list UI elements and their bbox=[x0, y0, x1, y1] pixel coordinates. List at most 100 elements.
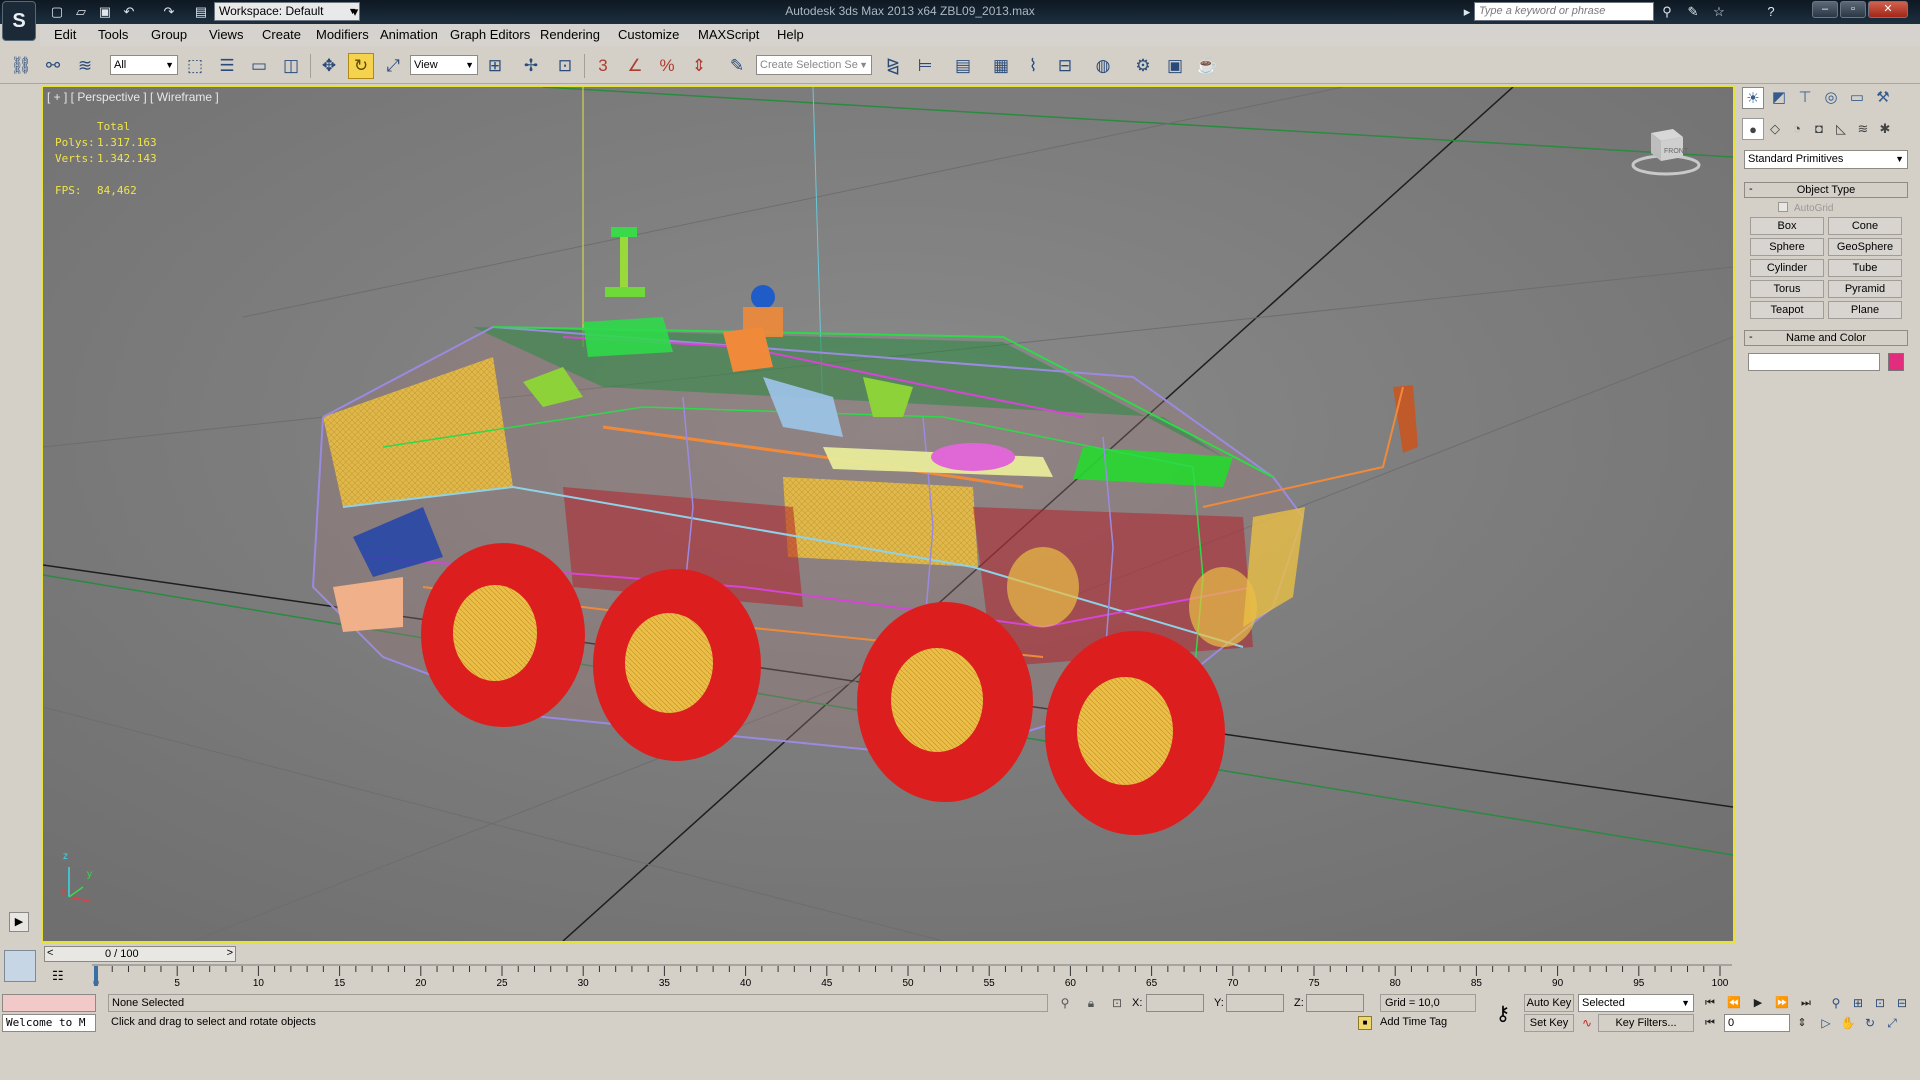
next-key-icon[interactable]: ⏩ bbox=[1772, 994, 1792, 1012]
maxscript-mini-listener-button[interactable] bbox=[4, 950, 36, 982]
mirror-icon[interactable]: ⧎ bbox=[880, 53, 906, 79]
menu-customize[interactable]: Customize bbox=[618, 27, 679, 42]
torus-button[interactable]: Torus bbox=[1750, 280, 1824, 298]
object-name-input[interactable] bbox=[1748, 353, 1880, 371]
selection-filter-dropdown[interactable]: All ▼ bbox=[110, 55, 178, 75]
select-and-move-icon[interactable]: ✥ bbox=[316, 53, 342, 79]
next-frame-button[interactable]: > bbox=[227, 947, 233, 959]
edit-named-selection-icon[interactable]: ✎ bbox=[724, 53, 750, 79]
time-slider-track[interactable]: < 0 / 100 > bbox=[44, 946, 236, 962]
keyboard-shortcut-override-icon[interactable]: ⊡ bbox=[552, 53, 578, 79]
named-selection-set-dropdown[interactable]: Create Selection Se ▼ bbox=[756, 55, 872, 75]
favorites-star-icon[interactable]: ☆ bbox=[1710, 3, 1728, 21]
previous-frame-button[interactable]: < bbox=[47, 947, 53, 959]
selection-lock-icon[interactable]: 🔒︎ bbox=[1082, 994, 1100, 1012]
maxscript-listener-input[interactable]: Welcome to M bbox=[2, 1014, 96, 1032]
angle-snap-icon[interactable]: ∠ bbox=[622, 53, 648, 79]
menu-rendering[interactable]: Rendering bbox=[540, 27, 600, 42]
menu-tools[interactable]: Tools bbox=[98, 27, 128, 42]
geometry-icon[interactable]: ● bbox=[1742, 118, 1764, 140]
go-to-start-icon[interactable]: ⏮ bbox=[1700, 994, 1720, 1012]
help-search-input[interactable]: Type a keyword or phrase bbox=[1474, 2, 1654, 21]
plane-button[interactable]: Plane bbox=[1828, 301, 1902, 319]
current-frame-input[interactable]: 0 bbox=[1724, 1014, 1790, 1032]
time-configuration-icon[interactable]: ⇕ bbox=[1792, 1014, 1812, 1032]
play-animation-icon[interactable]: ▶ bbox=[9, 912, 29, 932]
select-and-link-icon[interactable]: ⛓ bbox=[8, 53, 34, 79]
add-time-tag-button[interactable]: Add Time Tag bbox=[1356, 1014, 1484, 1032]
material-editor-icon[interactable]: ◍ bbox=[1090, 53, 1116, 79]
pivot-center-icon[interactable]: ⊞ bbox=[482, 53, 508, 79]
object-color-swatch[interactable] bbox=[1888, 353, 1904, 371]
select-and-scale-icon[interactable]: ⤢ bbox=[380, 53, 406, 79]
shapes-icon[interactable]: ◇ bbox=[1764, 118, 1786, 140]
percent-snap-icon[interactable]: % bbox=[654, 53, 680, 79]
undo-icon[interactable]: ↶ bbox=[120, 3, 138, 21]
app-logo-button[interactable]: S bbox=[2, 1, 36, 41]
sphere-button[interactable]: Sphere bbox=[1750, 238, 1824, 256]
absolute-mode-transform-icon[interactable]: ⊡ bbox=[1108, 994, 1126, 1012]
y-coordinate-input[interactable] bbox=[1226, 994, 1284, 1012]
key-filters-button[interactable]: Key Filters... bbox=[1598, 1014, 1694, 1032]
track-bar-ruler[interactable]: 0510152025303540455055606570758085909510… bbox=[92, 964, 1732, 989]
display-tab-icon[interactable]: ▭ bbox=[1846, 87, 1868, 109]
set-keys-icon[interactable]: ⚷ bbox=[1488, 1002, 1518, 1026]
open-mini-curve-editor-icon[interactable]: ☷ bbox=[52, 968, 64, 984]
menu-views[interactable]: Views bbox=[209, 27, 243, 42]
hierarchy-tab-icon[interactable]: ⊤ bbox=[1794, 87, 1816, 109]
menu-help[interactable]: Help bbox=[777, 27, 804, 42]
menu-edit[interactable]: Edit bbox=[54, 27, 76, 42]
key-selection-dropdown[interactable]: Selected ▼ bbox=[1578, 994, 1694, 1012]
snaps-toggle-icon[interactable]: 3 bbox=[590, 53, 616, 79]
new-file-icon[interactable]: ▢ bbox=[48, 3, 66, 21]
close-button[interactable]: ✕ bbox=[1868, 1, 1908, 18]
select-and-rotate-icon[interactable]: ↻ bbox=[348, 53, 374, 79]
zoom-all-icon[interactable]: ⊞ bbox=[1848, 994, 1868, 1012]
minimize-button[interactable]: – bbox=[1812, 1, 1838, 18]
zoom-extents-all-icon[interactable]: ⊟ bbox=[1892, 994, 1912, 1012]
z-coordinate-input[interactable] bbox=[1306, 994, 1364, 1012]
previous-key-icon[interactable]: ⏪ bbox=[1724, 994, 1744, 1012]
viewport-label-menu[interactable]: [ + ] [ Perspective ] [ Wireframe ] bbox=[47, 90, 219, 104]
orbit-icon[interactable]: ↻ bbox=[1860, 1014, 1880, 1032]
isolate-selection-icon[interactable]: ⚲ bbox=[1056, 994, 1074, 1012]
cone-button[interactable]: Cone bbox=[1828, 217, 1902, 235]
layer-manager-icon[interactable]: ▤ bbox=[950, 53, 976, 79]
box-button[interactable]: Box bbox=[1750, 217, 1824, 235]
curve-editor-icon[interactable]: ⌇ bbox=[1020, 53, 1046, 79]
unlink-selection-icon[interactable]: ⚯ bbox=[40, 53, 66, 79]
menu-modifiers[interactable]: Modifiers bbox=[316, 27, 369, 42]
reference-coordinate-dropdown[interactable]: View ▼ bbox=[410, 55, 478, 75]
maximize-viewport-toggle-icon[interactable]: ⤢ bbox=[1882, 1014, 1902, 1032]
rendered-frame-window-icon[interactable]: ▣ bbox=[1162, 53, 1188, 79]
help-icon[interactable]: ? bbox=[1762, 3, 1780, 21]
motion-tab-icon[interactable]: ◎ bbox=[1820, 87, 1842, 109]
teapot-button[interactable]: Teapot bbox=[1750, 301, 1824, 319]
menu-create[interactable]: Create bbox=[262, 27, 301, 42]
spinner-snap-icon[interactable]: ⇕ bbox=[686, 53, 712, 79]
select-object-icon[interactable]: ⬚ bbox=[182, 53, 208, 79]
set-key-button[interactable]: Set Key bbox=[1524, 1014, 1574, 1032]
geosphere-button[interactable]: GeoSphere bbox=[1828, 238, 1902, 256]
helpers-icon[interactable]: ◺ bbox=[1830, 118, 1852, 140]
workspace-dropdown[interactable]: Workspace: Default ▼ bbox=[214, 2, 360, 21]
menu-group[interactable]: Group bbox=[151, 27, 187, 42]
perspective-viewport[interactable]: [ + ] [ Perspective ] [ Wireframe ] Tota… bbox=[41, 85, 1735, 943]
select-and-manipulate-icon[interactable]: ✢ bbox=[518, 53, 544, 79]
autogrid-checkbox[interactable]: AutoGrid bbox=[1778, 202, 1833, 214]
play-icon[interactable]: ▶ bbox=[1748, 994, 1768, 1012]
pan-view-icon[interactable]: ✋ bbox=[1838, 1014, 1858, 1032]
rectangular-selection-icon[interactable]: ▭ bbox=[246, 53, 272, 79]
open-file-icon[interactable]: ▱ bbox=[72, 3, 90, 21]
zoom-icon[interactable]: ⚲ bbox=[1826, 994, 1846, 1012]
primitive-category-dropdown[interactable]: Standard Primitives ▼ bbox=[1744, 150, 1908, 169]
name-and-color-rollout[interactable]: - Name and Color bbox=[1744, 330, 1908, 346]
window-crossing-icon[interactable]: ◫ bbox=[278, 53, 304, 79]
key-mode-toggle-icon[interactable]: ⏮ bbox=[1700, 1014, 1720, 1032]
menu-graph-editors[interactable]: Graph Editors bbox=[450, 27, 530, 42]
maxscript-listener-output[interactable] bbox=[2, 994, 96, 1012]
render-production-icon[interactable]: ☕ bbox=[1194, 53, 1220, 79]
track-bar[interactable]: ☷ 05101520253035404550556065707580859095… bbox=[40, 964, 1736, 989]
viewcube[interactable]: FRONT bbox=[1629, 121, 1703, 177]
workspace-menu-icon[interactable]: ▾ bbox=[346, 3, 364, 21]
